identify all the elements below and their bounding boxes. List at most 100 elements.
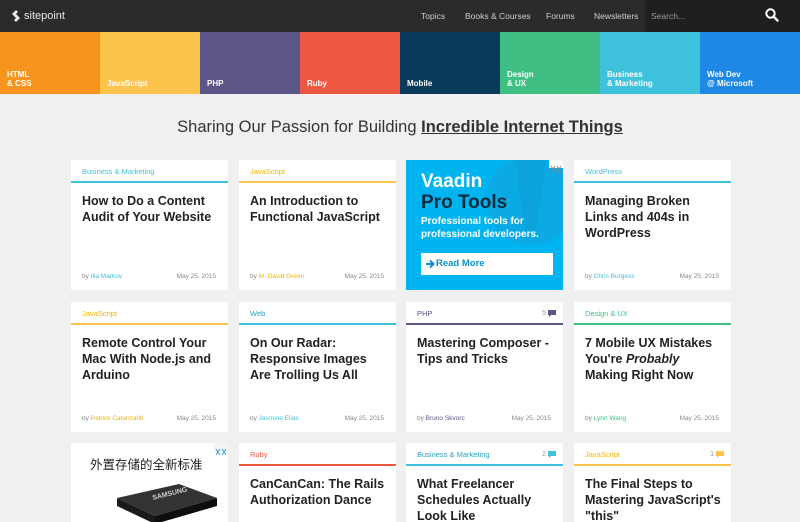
- category-mobile[interactable]: Mobile: [400, 32, 500, 94]
- ad-close-icon: [215, 448, 227, 456]
- comment-icon: [548, 451, 556, 458]
- article-card[interactable]: Ruby CanCanCan: The Rails Authorization …: [239, 443, 396, 522]
- category-design-ux[interactable]: Design & UX: [500, 32, 600, 94]
- by-label: by: [585, 415, 594, 422]
- ad-close-button[interactable]: [214, 443, 228, 456]
- card-title[interactable]: Mastering Composer - Tips and Tricks: [417, 335, 557, 367]
- ad-cta-label: Read More: [436, 258, 485, 269]
- comment-count[interactable]: 2: [542, 451, 556, 458]
- sitepoint-logo[interactable]: sitepoint: [11, 9, 65, 23]
- card-title[interactable]: 7 Mobile UX Mistakes You're Probably Mak…: [585, 335, 725, 383]
- comment-count[interactable]: 1: [710, 451, 724, 458]
- card-byline: by M. David Green: [250, 273, 304, 280]
- category-label: HTML & CSS: [7, 70, 32, 88]
- comment-count[interactable]: 5: [542, 310, 556, 317]
- by-label: by: [82, 415, 91, 422]
- card-title[interactable]: What Freelancer Schedules Actually Look …: [417, 476, 557, 522]
- ad-close-button[interactable]: [549, 160, 563, 173]
- by-label: by: [417, 415, 426, 422]
- category-label: Ruby: [307, 79, 327, 88]
- article-card[interactable]: Business & Marketing 2 What Freelancer S…: [406, 443, 563, 522]
- card-divider: [406, 323, 563, 325]
- card-divider: [239, 181, 396, 183]
- card-category[interactable]: JavaScript: [82, 309, 117, 318]
- category-ruby[interactable]: Ruby: [300, 32, 400, 94]
- arrow-right-icon: [426, 259, 435, 269]
- card-title[interactable]: The Final Steps to Mastering JavaScript'…: [585, 476, 725, 522]
- category-javascript[interactable]: JavaScript: [100, 32, 200, 94]
- article-card[interactable]: JavaScript Remote Control Your Mac With …: [71, 302, 228, 432]
- card-author[interactable]: Jasmine Elias: [259, 415, 299, 422]
- card-divider: [239, 323, 396, 325]
- article-card[interactable]: PHP 5 Mastering Composer - Tips and Tric…: [406, 302, 563, 432]
- card-author[interactable]: Ilia Markov: [91, 273, 122, 280]
- article-card[interactable]: JavaScript An Introduction to Functional…: [239, 160, 396, 290]
- comment-count-value: 2: [542, 451, 546, 458]
- ad-copy: 外置存储的全新标准: [90, 458, 203, 472]
- card-divider: [71, 181, 228, 183]
- card-title[interactable]: Remote Control Your Mac With Node.js and…: [82, 335, 222, 383]
- by-label: by: [250, 415, 259, 422]
- logo-text: sitepoint: [24, 10, 65, 22]
- nav-books-courses[interactable]: Books & Courses: [465, 0, 531, 32]
- vaadin-ad[interactable]: Vaadin Pro Tools Professional tools for …: [406, 160, 563, 290]
- headline-emphasis-link[interactable]: Incredible Internet Things: [421, 118, 623, 136]
- card-category[interactable]: JavaScript: [250, 167, 285, 176]
- category-business-marketing[interactable]: Business & Marketing: [600, 32, 700, 94]
- card-author[interactable]: Lynn Wang: [594, 415, 626, 422]
- card-category[interactable]: Web: [250, 309, 265, 318]
- card-divider: [574, 323, 731, 325]
- ad-product: Pro Tools: [421, 192, 508, 213]
- card-category[interactable]: Business & Marketing: [82, 167, 155, 176]
- card-divider: [406, 464, 563, 466]
- card-title[interactable]: Managing Broken Links and 404s in WordPr…: [585, 193, 725, 241]
- category-web-dev-microsoft[interactable]: Web Dev @ Microsoft: [700, 32, 800, 94]
- card-date: May 25, 2015: [344, 415, 384, 422]
- search-input[interactable]: [651, 9, 761, 23]
- card-category[interactable]: PHP: [417, 309, 432, 318]
- title-part: Making Right Now: [585, 368, 694, 382]
- card-title[interactable]: On Our Radar: Responsive Images Are Trol…: [250, 335, 390, 383]
- search-icon: [765, 8, 779, 22]
- article-card[interactable]: Web On Our Radar: Responsive Images Are …: [239, 302, 396, 432]
- category-html-css[interactable]: HTML & CSS: [0, 32, 100, 94]
- comment-count-value: 5: [542, 310, 546, 317]
- nav-newsletters[interactable]: Newsletters: [594, 0, 638, 32]
- search-button[interactable]: [765, 8, 781, 24]
- category-label: Web Dev @ Microsoft: [707, 70, 754, 88]
- ad-read-more-button[interactable]: Read More: [421, 253, 553, 275]
- samsung-ssd-ad[interactable]: 外置存储的全新标准 SAMSUNG: [71, 443, 228, 522]
- card-author[interactable]: Chris Burgess: [594, 273, 635, 280]
- by-label: by: [250, 273, 259, 280]
- card-category[interactable]: WordPress: [585, 167, 622, 176]
- card-category[interactable]: Business & Marketing: [417, 450, 490, 459]
- category-label: Mobile: [407, 79, 433, 88]
- card-divider: [71, 323, 228, 325]
- article-card[interactable]: Design & UX 7 Mobile UX Mistakes You're …: [574, 302, 731, 432]
- article-card[interactable]: WordPress Managing Broken Links and 404s…: [574, 160, 731, 290]
- ssd-drive-image: SAMSUNG: [117, 484, 217, 522]
- title-emphasis: Probably: [625, 352, 680, 366]
- article-card[interactable]: JavaScript 1 The Final Steps to Masterin…: [574, 443, 731, 522]
- nav-forums[interactable]: Forums: [546, 0, 575, 32]
- card-title[interactable]: CanCanCan: The Rails Authorization Dance: [250, 476, 390, 508]
- card-author[interactable]: M. David Green: [259, 273, 305, 280]
- card-title[interactable]: An Introduction to Functional JavaScript: [250, 193, 390, 225]
- by-label: by: [585, 273, 594, 280]
- card-title[interactable]: How to Do a Content Audit of Your Websit…: [82, 193, 222, 225]
- category-php[interactable]: PHP: [200, 32, 300, 94]
- card-divider: [574, 181, 731, 183]
- card-category[interactable]: Design & UX: [585, 309, 628, 318]
- ad-brand: Vaadin: [421, 171, 483, 192]
- article-card[interactable]: Business & Marketing How to Do a Content…: [71, 160, 228, 290]
- headline-text: Sharing Our Passion for Building: [177, 118, 422, 136]
- card-author[interactable]: Patrick Catanzariti: [91, 415, 144, 422]
- card-date: May 25, 2015: [176, 415, 216, 422]
- card-date: May 25, 2015: [679, 415, 719, 422]
- card-author[interactable]: Bruno Skvorc: [426, 415, 465, 422]
- category-label: Business & Marketing: [607, 70, 653, 88]
- card-byline: by Ilia Markov: [82, 273, 122, 280]
- nav-topics[interactable]: Topics: [421, 0, 445, 32]
- card-category[interactable]: Ruby: [250, 450, 268, 459]
- card-category[interactable]: JavaScript: [585, 450, 620, 459]
